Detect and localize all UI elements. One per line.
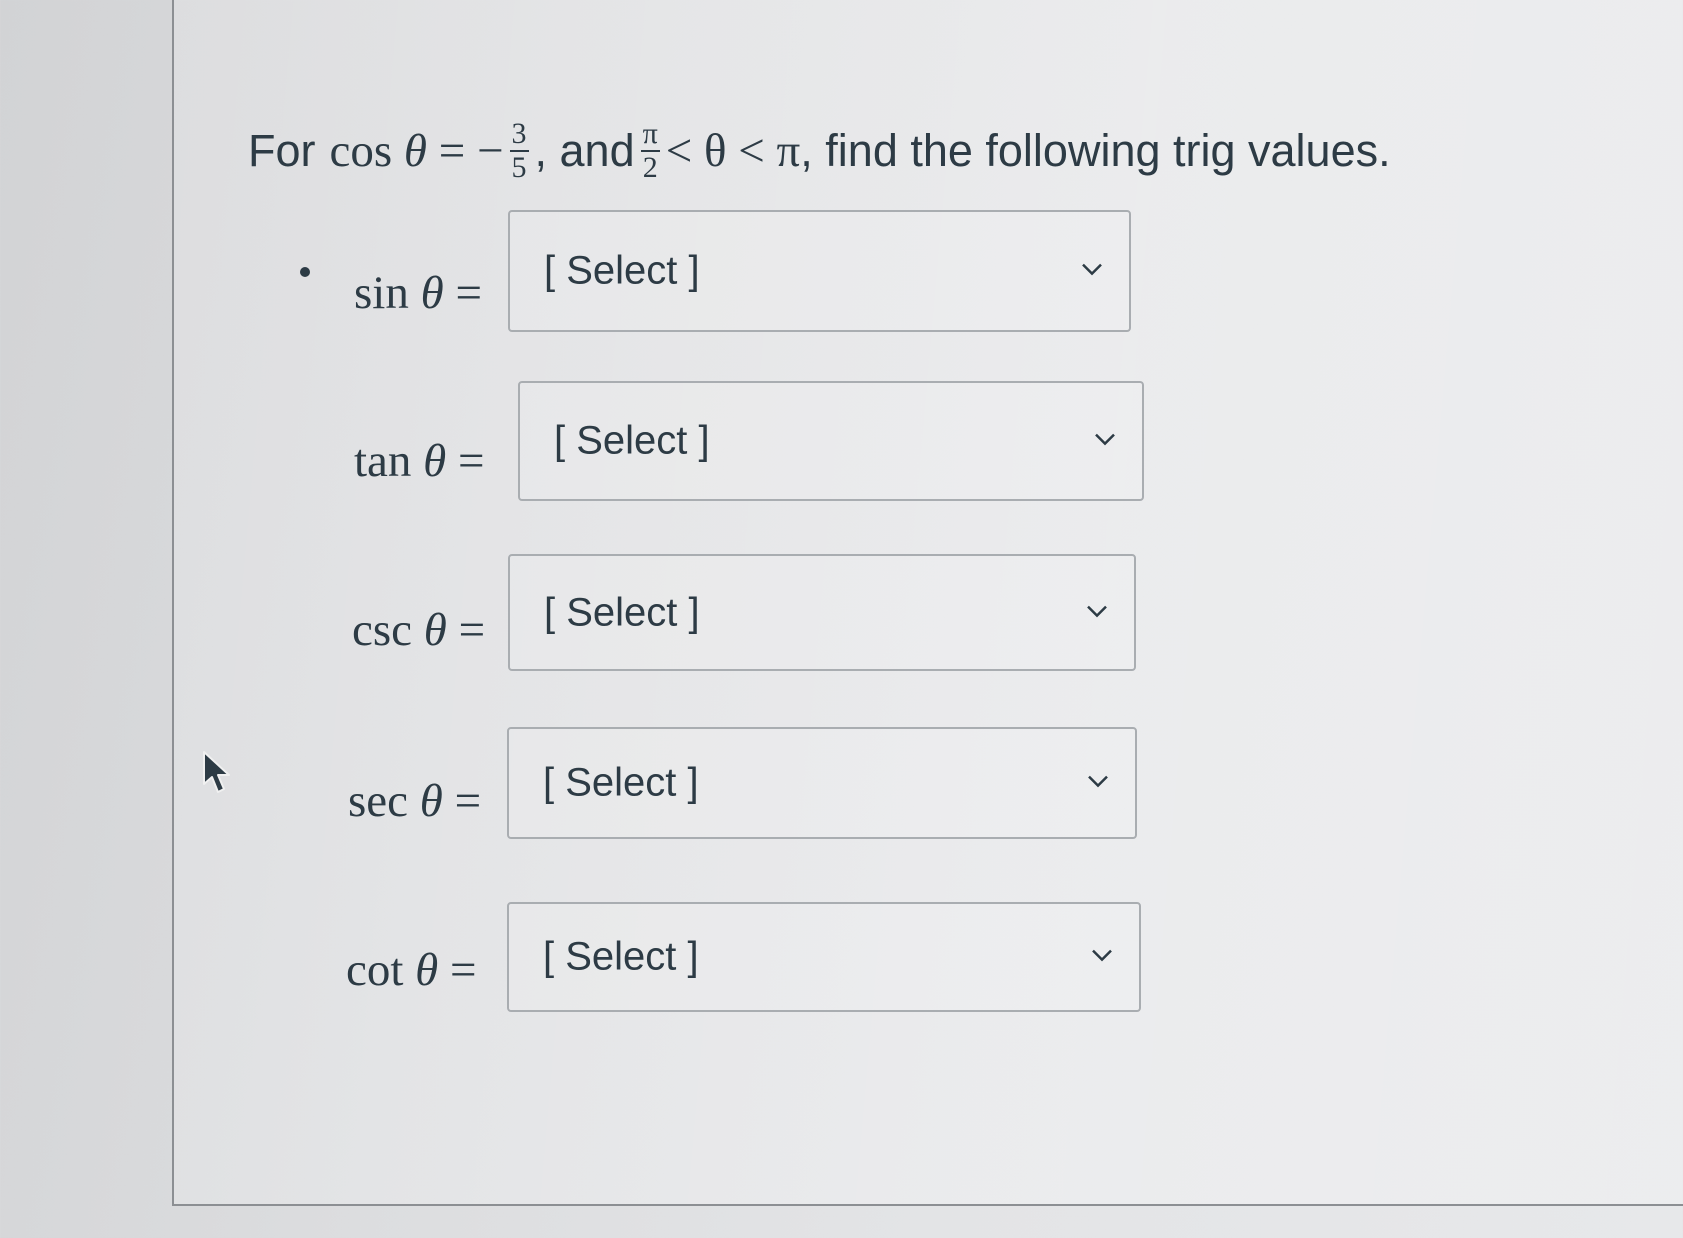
- sin-label: sin θ =: [354, 267, 482, 319]
- sin-select[interactable]: [ Select ]: [508, 210, 1131, 332]
- sec-label: sec θ =: [348, 775, 482, 827]
- fraction-three-fifths: 3 5: [509, 117, 529, 184]
- chevron-down-icon: [1087, 605, 1107, 617]
- csc-select-value: [ Select ]: [544, 590, 700, 634]
- csc-label: csc θ =: [352, 604, 486, 656]
- sin-select-value: [ Select ]: [544, 248, 700, 293]
- sec-select-value: [ Select ]: [543, 760, 699, 805]
- prompt-suffix: , find the following trig values.: [800, 125, 1391, 176]
- cot-label: cot θ =: [346, 944, 477, 996]
- chevron-down-icon: [1095, 433, 1115, 446]
- tan-select[interactable]: [ Select ]: [518, 381, 1144, 501]
- fraction-pi-over-two: π 2: [640, 117, 660, 184]
- tan-label: tan θ =: [354, 435, 485, 487]
- csc-select[interactable]: [ Select ]: [508, 554, 1136, 671]
- inequality: < θ < π: [665, 125, 801, 177]
- cot-select[interactable]: [ Select ]: [507, 902, 1141, 1012]
- and-text: , and: [534, 125, 635, 176]
- chevron-down-icon: [1082, 263, 1102, 276]
- chevron-down-icon: [1088, 775, 1108, 788]
- prompt-prefix: For: [248, 125, 316, 176]
- question-prompt: For cos θ = − 3 5 , and π 2 < θ < π , fi…: [248, 118, 1391, 184]
- sec-select[interactable]: [ Select ]: [507, 727, 1137, 839]
- chevron-down-icon: [1092, 949, 1112, 962]
- cot-select-value: [ Select ]: [543, 934, 699, 979]
- list-bullet: [300, 267, 310, 277]
- cos-expression: cos θ = −: [329, 125, 504, 177]
- tan-select-value: [ Select ]: [554, 418, 710, 463]
- mouse-pointer-icon: [203, 751, 230, 793]
